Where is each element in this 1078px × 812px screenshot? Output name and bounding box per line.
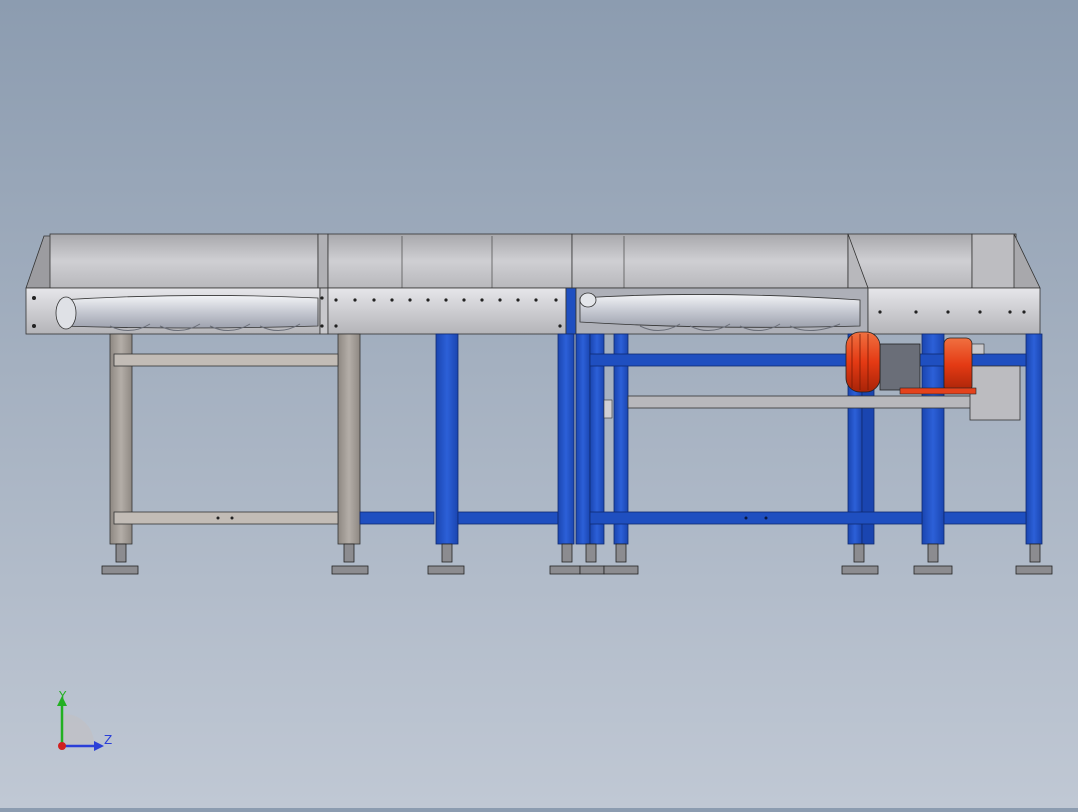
conveyor-assembly-drawing: Y Z [25, 233, 1053, 751]
gray-support-frame [109, 333, 361, 545]
triad-z-label: Z [104, 733, 112, 747]
hopper-walls [25, 233, 1041, 289]
leveling-feet [101, 543, 1053, 575]
cad-viewport[interactable]: Y Z [0, 0, 1078, 808]
blue-support-frame [359, 333, 1043, 545]
triad-y-label: Y [58, 689, 67, 703]
motor-icon [845, 331, 985, 395]
triad-icon [57, 696, 104, 751]
